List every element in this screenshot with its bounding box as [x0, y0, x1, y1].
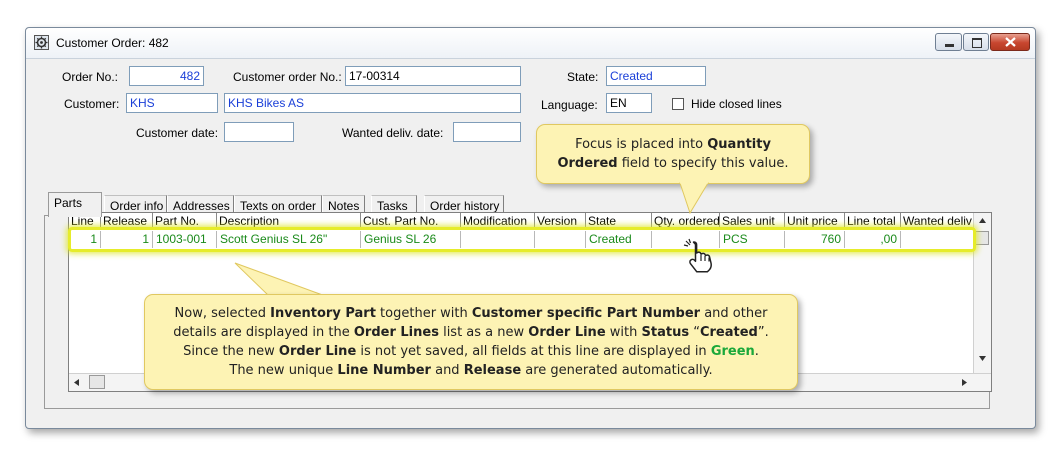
callout-text: together with: [375, 306, 472, 321]
callout-bold: Order Line: [278, 344, 357, 359]
callout-text: and: [430, 363, 464, 378]
close-icon: [1005, 37, 1016, 47]
callout-text: are generated automatically.: [521, 363, 713, 378]
callout-bold: Order Line: [528, 325, 606, 340]
callout-text: list as a new: [438, 325, 529, 340]
customer-code-field[interactable]: KHS: [126, 93, 218, 113]
callout-bold: Inventory Part: [270, 306, 376, 321]
customer-date-field[interactable]: [224, 122, 294, 142]
arrow-left-icon: [74, 379, 79, 386]
customer-date-label: Customer date:: [136, 126, 219, 140]
callout-text: Focus is placed into: [575, 137, 708, 152]
callout-focus-tip: Focus is placed into Quantity Ordered fi…: [536, 124, 810, 184]
title-bar[interactable]: Customer Order: 482: [26, 28, 1035, 59]
minimize-button[interactable]: [935, 33, 962, 51]
callout-pointer: [234, 262, 329, 298]
callout-text: with: [605, 325, 642, 340]
wanted-deliv-date-field[interactable]: [453, 122, 521, 142]
callout-bold: Line Number: [337, 363, 431, 378]
order-no-field[interactable]: 482: [129, 66, 204, 86]
callout-bold: Customer specific Part Number: [471, 306, 701, 321]
callout-bold: Ordered: [557, 156, 618, 171]
order-no-label: Order No.:: [62, 70, 119, 84]
close-button[interactable]: [990, 33, 1030, 51]
arrow-up-icon: [979, 218, 986, 223]
callout-text: Since the new: [183, 344, 279, 359]
new-line-highlight: [68, 227, 976, 252]
language-label: Language:: [541, 98, 598, 112]
callout-text: and other: [700, 306, 768, 321]
callout-bold: Quantity: [707, 137, 771, 152]
hide-closed-lines-checkbox[interactable]: [672, 98, 684, 110]
callout-bold: Order Lines: [353, 325, 439, 340]
hide-closed-lines-label: Hide closed lines: [691, 97, 782, 111]
callout-text: is not yet saved, all fields at this lin…: [356, 344, 711, 359]
customer-order-no-field[interactable]: 17-00314: [345, 66, 521, 86]
customer-label: Customer:: [64, 97, 120, 111]
scrollbar-thumb[interactable]: [975, 231, 989, 245]
callout-green-word: Green: [710, 344, 755, 359]
wanted-deliv-date-label: Wanted deliv. date:: [342, 126, 444, 140]
callout-text: field to specify this value.: [617, 156, 789, 171]
arrow-right-icon: [962, 379, 967, 386]
maximize-button[interactable]: [963, 33, 989, 51]
callout-bold: Status: [641, 325, 690, 340]
callout-text: details are displayed in the: [173, 325, 354, 340]
callout-text: “: [689, 325, 700, 340]
customer-order-no-label: Customer order No.:: [233, 70, 342, 84]
gear-icon: [34, 35, 49, 50]
callout-bold: Created: [699, 325, 758, 340]
maximize-icon: [972, 38, 982, 48]
window-title: Customer Order: 482: [56, 36, 169, 50]
tab-parts[interactable]: Parts: [48, 192, 102, 217]
callout-text: .: [754, 344, 759, 359]
scrollbar-thumb[interactable]: [89, 375, 105, 389]
state-label: State:: [567, 70, 599, 84]
arrow-down-icon: [979, 356, 986, 361]
hand-cursor-icon: [683, 238, 712, 273]
callout-bold: Release: [463, 363, 522, 378]
state-field[interactable]: Created: [606, 66, 706, 86]
callout-pointer: [679, 182, 709, 214]
callout-order-line-explanation: Now, selected Inventory Part together wi…: [144, 294, 798, 390]
callout-text: Now, selected: [174, 306, 271, 321]
customer-name-field[interactable]: KHS Bikes AS: [224, 93, 521, 113]
language-field[interactable]: EN: [606, 93, 652, 113]
callout-text: ”.: [757, 325, 769, 340]
minimize-icon: [945, 44, 954, 47]
callout-text: The new unique: [229, 363, 338, 378]
